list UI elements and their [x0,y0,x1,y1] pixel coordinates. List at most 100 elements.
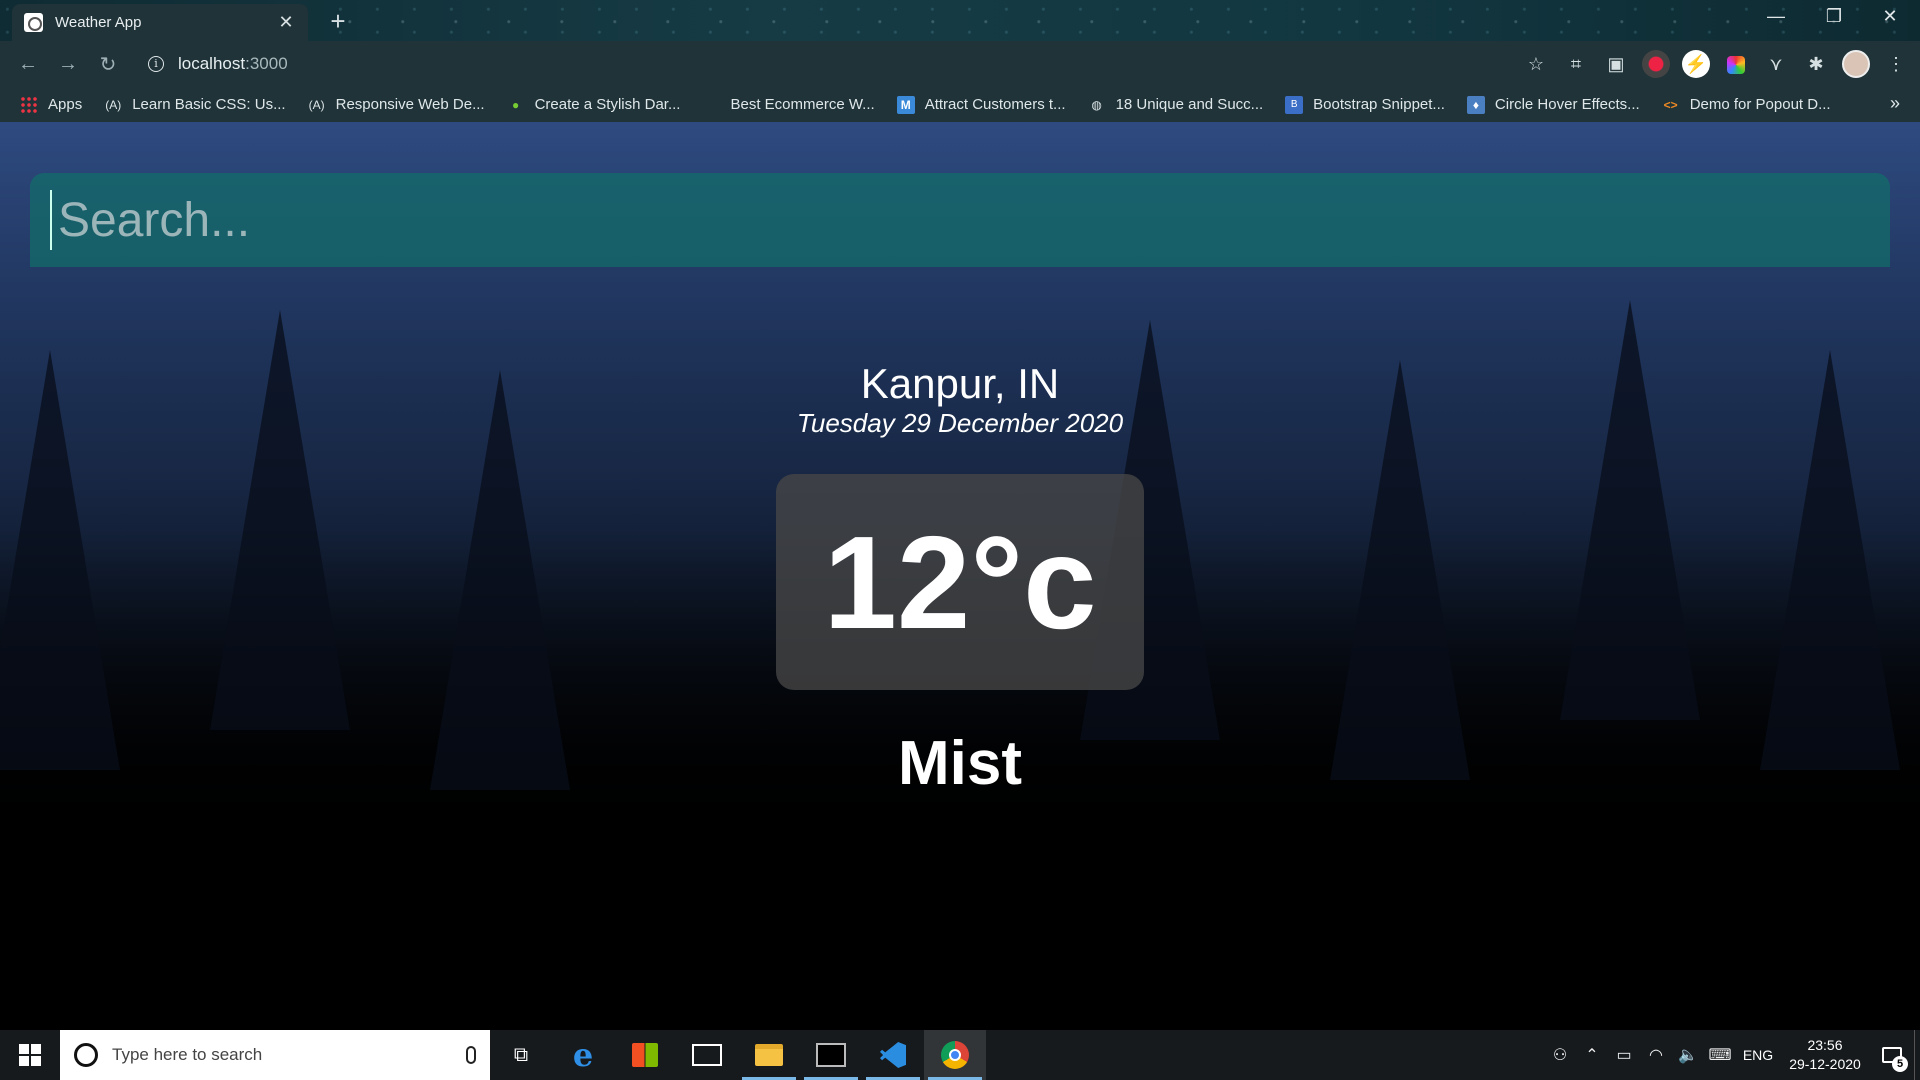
bookmark-label: Attract Customers t... [924,96,1066,113]
people-icon[interactable]: ⚇ [1544,1045,1576,1065]
store-icon [632,1043,658,1067]
bookmark-apps[interactable]: Apps [20,95,83,114]
restore-button[interactable]: ❐ [1814,6,1854,27]
clock-time: 23:56 [1807,1037,1843,1053]
taskbar-app-terminal[interactable] [800,1030,862,1080]
bookmark-demo-popout[interactable]: <> Demo for Popout D... [1662,96,1831,114]
weather-favicon-icon [24,13,43,32]
taskbar-app-store[interactable] [614,1030,676,1080]
leaf-icon: ● [511,97,520,112]
extension-tool-icon[interactable]: ⋎ [1762,50,1790,78]
show-desktop-button[interactable] [1914,1030,1920,1080]
bookmark-label: Best Ecommerce W... [730,96,875,113]
system-tray: ⚇ ⌃ ▭ ◠ 🔈 ⌨ ENG 23:56 29-12-2020 5 [1544,1030,1920,1080]
apps-grid-icon [20,95,38,114]
extension-record-icon[interactable] [1642,50,1670,78]
address-bar[interactable]: i localhost:3000 [140,47,1520,81]
bookmark-label: Circle Hover Effects... [1494,96,1640,113]
fcc-icon: (A) [308,97,325,112]
microphone-icon[interactable] [466,1046,476,1064]
fcc-icon: (A) [105,97,122,112]
bookmarks-bar: Apps (A) Learn Basic CSS: Us... (A) Resp… [0,87,1920,122]
bookmark-18-unique[interactable]: ◍ 18 Unique and Succ... [1088,96,1264,114]
browser-toolbar: ← → ↻ i localhost:3000 ☆ ⌗ ▣ ⚡ ⋎ ✱ ⋮ [0,41,1920,87]
extension-color-icon[interactable] [1722,50,1750,78]
m-icon: M [896,95,915,114]
bookmark-create-stylish-dark[interactable]: ● Create a Stylish Dar... [507,96,681,114]
back-button[interactable]: ← [8,53,48,76]
taskbar-search-box[interactable]: Type here to search [60,1030,490,1080]
temperature-value: 12°c [823,508,1097,656]
bookmark-attract-customers[interactable]: M Attract Customers t... [896,95,1066,114]
search-bar [30,173,1890,267]
notification-badge: 5 [1892,1056,1908,1072]
bookmark-best-ecommerce[interactable]: Best Ecommerce W... [702,96,874,114]
b-icon: B [1285,95,1304,114]
search-input[interactable] [50,190,1890,250]
profile-avatar[interactable] [1842,50,1870,78]
bookmark-responsive-web-design[interactable]: (A) Responsive Web De... [308,96,485,114]
chevron-up-icon[interactable]: ⌃ [1576,1045,1608,1065]
taskbar-app-file-explorer[interactable] [738,1030,800,1080]
windows-taskbar: Type here to search ⧉ e ⚇ ⌃ ▭ ◠ 🔈 ⌨ ENG … [0,1030,1920,1080]
bookmarks-overflow-button[interactable]: » [1890,93,1900,114]
windows-logo-icon [19,1044,41,1066]
minimize-button[interactable]: — [1756,6,1796,27]
extensions-puzzle-icon[interactable]: ✱ [1802,50,1830,78]
bookmark-label: Responsive Web De... [335,96,485,113]
taskbar-app-mail[interactable] [676,1030,738,1080]
tab-title: Weather App [55,14,142,31]
terminal-icon [816,1043,846,1067]
taskbar-search-placeholder: Type here to search [112,1045,263,1064]
language-indicator[interactable]: ENG [1736,1047,1780,1063]
code-icon: <> [1663,97,1678,112]
location-title: Kanpur, IN [860,360,1060,407]
taskbar-app-vscode[interactable] [862,1030,924,1080]
wifi-icon[interactable]: ◠ [1640,1045,1672,1065]
page-icon [702,96,720,114]
bookmark-star-icon[interactable]: ☆ [1522,50,1550,78]
mail-icon [692,1044,722,1066]
reading-list-icon[interactable]: ⌗ [1562,50,1590,78]
task-view-button[interactable]: ⧉ [490,1030,552,1080]
forward-button[interactable]: → [48,53,88,76]
weather-page: Kanpur, IN Tuesday 29 December 2020 12°c… [0,122,1920,1030]
reload-button[interactable]: ↻ [88,52,128,77]
bookmark-label: Apps [48,96,83,113]
bookmark-label: Bootstrap Snippet... [1313,96,1445,113]
temperature-card: 12°c [776,474,1144,690]
url-text: localhost:3000 [178,54,288,73]
site-info-icon[interactable]: i [148,56,164,72]
start-button[interactable] [0,1030,60,1080]
folder-icon [755,1044,783,1066]
browser-titlebar: Weather App ✕ + — ❐ ✕ [0,0,1920,41]
keyboard-icon[interactable]: ⌨ [1704,1045,1736,1065]
bookmark-learn-basic-css[interactable]: (A) Learn Basic CSS: Us... [104,96,285,114]
globe-icon: ◍ [1091,97,1102,112]
action-center-button[interactable]: 5 [1870,1030,1914,1080]
bookmark-bootstrap-snippet[interactable]: B Bootstrap Snippet... [1285,95,1445,114]
clock-date: 29-12-2020 [1789,1056,1861,1072]
battery-icon[interactable]: ▭ [1608,1045,1640,1065]
bookmark-label: Demo for Popout D... [1689,96,1831,113]
bookmark-label: 18 Unique and Succ... [1115,96,1264,113]
new-tab-button[interactable]: + [324,6,352,37]
task-view-icon: ⧉ [513,1043,529,1066]
tab-close-icon[interactable]: ✕ [276,12,296,33]
taskbar-app-edge[interactable]: e [552,1030,614,1080]
bookmark-label: Create a Stylish Dar... [534,96,681,113]
clock[interactable]: 23:56 29-12-2020 [1780,1036,1870,1074]
toolbar-icons: ☆ ⌗ ▣ ⚡ ⋎ ✱ ⋮ [1522,47,1910,81]
volume-icon[interactable]: 🔈 [1672,1045,1704,1065]
cortana-circle-icon [74,1043,98,1067]
tab-weather-app[interactable]: Weather App ✕ [12,4,308,41]
close-window-button[interactable]: ✕ [1870,6,1910,27]
extension-bolt-icon[interactable]: ⚡ [1682,50,1710,78]
taskbar-app-chrome[interactable] [924,1030,986,1080]
edge-icon: e [572,1036,594,1074]
bookmark-circle-hover[interactable]: ♦ Circle Hover Effects... [1466,95,1640,114]
extension-capture-icon[interactable]: ▣ [1602,50,1630,78]
menu-kebab-icon[interactable]: ⋮ [1882,50,1910,78]
weather-condition: Mist [898,729,1022,798]
chrome-icon [941,1041,969,1069]
